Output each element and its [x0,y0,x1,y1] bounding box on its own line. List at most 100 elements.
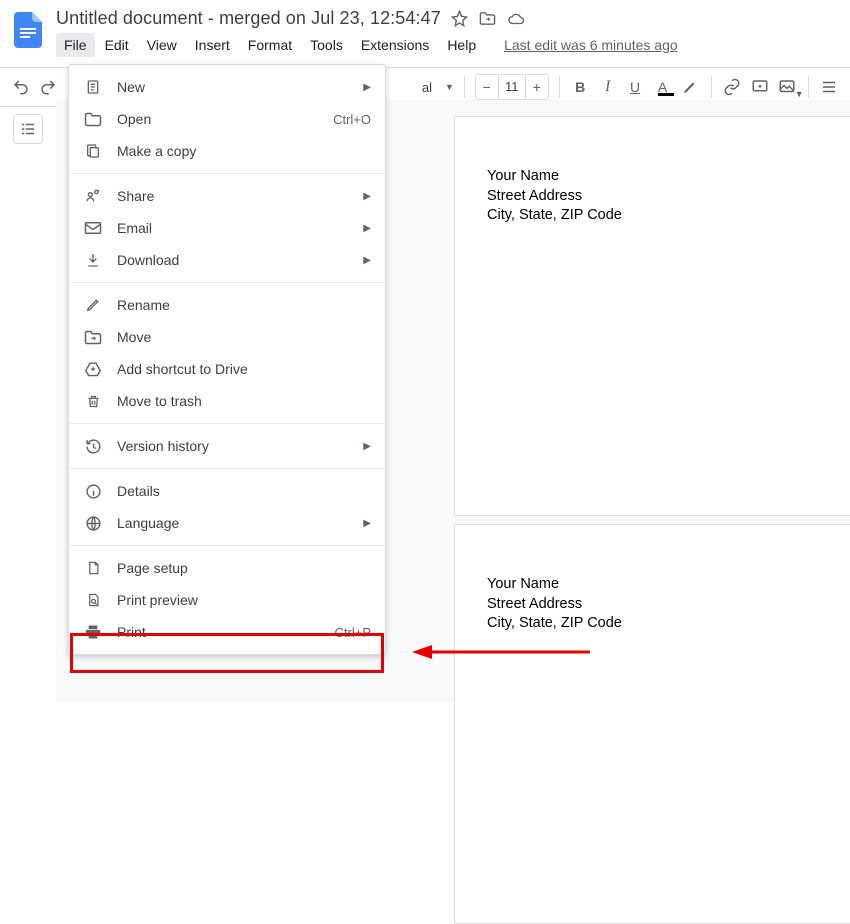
menu-extensions[interactable]: Extensions [353,33,437,57]
copy-icon [83,141,103,161]
globe-icon [83,513,103,533]
menu-item-new[interactable]: New ▶ [69,71,385,103]
menu-item-label: Open [117,111,319,127]
menu-item-print[interactable]: Print Ctrl+P [69,616,385,648]
docs-logo[interactable] [6,8,50,52]
text-color-button[interactable]: A [652,73,673,101]
doc-text-line[interactable]: Street Address [487,187,622,207]
menu-item-move[interactable]: Move [69,321,385,353]
menu-separator [69,282,385,283]
font-family-select[interactable]: al [415,74,439,100]
download-icon [83,250,103,270]
page-setup-icon [83,558,103,578]
italic-button[interactable]: I [597,73,618,101]
insert-comment-button[interactable] [749,73,770,101]
menu-item-add-shortcut[interactable]: Add shortcut to Drive [69,353,385,385]
menu-item-label: Page setup [117,560,371,576]
menu-item-label: Details [117,483,371,499]
menu-item-email[interactable]: Email ▶ [69,212,385,244]
document-page[interactable]: Your Name Street Address City, State, ZI… [454,524,850,924]
menu-tools[interactable]: Tools [302,33,351,57]
menu-item-open[interactable]: Open Ctrl+O [69,103,385,135]
menu-item-label: Print preview [117,592,371,608]
font-size-value[interactable]: 11 [498,75,526,99]
chevron-right-icon: ▶ [363,223,371,234]
header: Untitled document - merged on Jul 23, 12… [0,0,850,57]
doc-text-line[interactable]: City, State, ZIP Code [487,614,622,634]
share-icon [83,186,103,206]
mail-icon [83,218,103,238]
doc-text-line[interactable]: Street Address [487,595,622,615]
menu-item-label: Move [117,329,371,345]
menu-item-label: Email [117,220,349,236]
menu-item-share[interactable]: Share ▶ [69,180,385,212]
move-folder-icon[interactable] [479,10,497,28]
document-page[interactable]: Your Name Street Address City, State, ZI… [454,116,850,516]
doc-text-line[interactable]: City, State, ZIP Code [487,206,622,226]
pencil-icon [83,295,103,315]
document-icon [83,77,103,97]
underline-button[interactable]: U [624,73,645,101]
menu-item-details[interactable]: Details [69,475,385,507]
menu-help[interactable]: Help [439,33,484,57]
doc-text-line[interactable]: Your Name [487,575,622,595]
chevron-down-icon: ▼ [445,82,454,92]
text-color-swatch [658,93,674,96]
chevron-right-icon: ▶ [363,82,371,93]
toolbar-separator [808,76,809,98]
cloud-status-icon[interactable] [507,10,525,28]
menu-item-label: Add shortcut to Drive [117,361,371,377]
menu-insert[interactable]: Insert [187,33,238,57]
menu-item-label: Version history [117,438,349,454]
undo-button[interactable] [10,73,31,101]
font-size-decrease[interactable]: − [476,79,498,95]
redo-button[interactable] [37,73,58,101]
toolbar-separator [711,76,712,98]
menu-edit[interactable]: Edit [97,33,137,57]
last-edit-link[interactable]: Last edit was 6 minutes ago [504,37,678,53]
menu-format[interactable]: Format [240,33,300,57]
menu-item-label: Language [117,515,349,531]
chevron-right-icon: ▶ [363,518,371,529]
menu-item-move-trash[interactable]: Move to trash [69,385,385,417]
menu-view[interactable]: View [139,33,185,57]
menu-item-page-setup[interactable]: Page setup [69,552,385,584]
menu-item-label: Download [117,252,349,268]
info-icon [83,481,103,501]
menu-item-print-preview[interactable]: Print preview [69,584,385,616]
toolbar-separator [559,76,560,98]
chevron-right-icon: ▶ [363,191,371,202]
star-icon[interactable] [451,10,469,28]
menu-item-make-copy[interactable]: Make a copy [69,135,385,167]
folder-icon [83,109,103,129]
menu-item-version-history[interactable]: Version history ▶ [69,430,385,462]
menu-item-language[interactable]: Language ▶ [69,507,385,539]
insert-image-button[interactable]: ▼ [776,73,797,101]
chevron-right-icon: ▶ [363,255,371,266]
left-gutter [0,104,56,144]
menu-item-rename[interactable]: Rename [69,289,385,321]
document-title[interactable]: Untitled document - merged on Jul 23, 12… [56,8,441,29]
toolbar-separator [464,76,465,98]
menu-item-label: New [117,79,349,95]
menu-item-download[interactable]: Download ▶ [69,244,385,276]
font-size-control: − 11 + [475,74,549,100]
font-size-increase[interactable]: + [526,79,548,95]
align-button[interactable] [818,73,839,101]
print-icon [83,622,103,642]
insert-link-button[interactable] [721,73,742,101]
menu-separator [69,423,385,424]
history-icon [83,436,103,456]
title-area: Untitled document - merged on Jul 23, 12… [50,8,844,57]
bold-button[interactable]: B [569,73,590,101]
trash-icon [83,391,103,411]
chevron-down-icon: ▼ [795,89,804,99]
menu-item-shortcut: Ctrl+O [333,112,371,127]
menu-item-label: Share [117,188,349,204]
menu-item-label: Print [117,624,321,640]
menu-file[interactable]: File [56,33,95,57]
highlight-button[interactable] [679,73,700,101]
doc-text-line[interactable]: Your Name [487,167,622,187]
menu-item-label: Rename [117,297,371,313]
outline-toggle-button[interactable] [13,114,43,144]
